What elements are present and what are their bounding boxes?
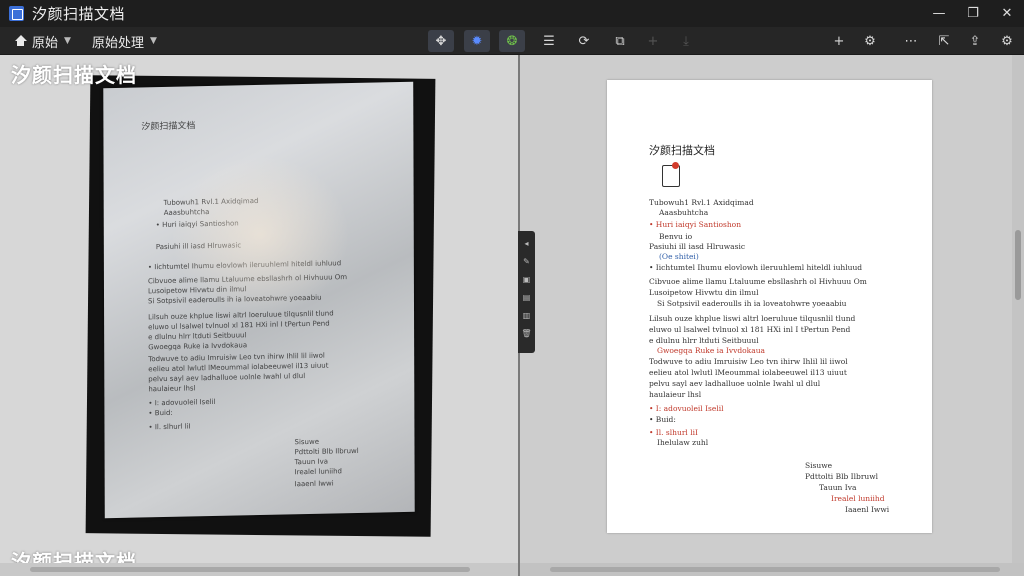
scanned-doc-title: 汐颜扫描文档	[649, 144, 715, 157]
layers-icon[interactable]: ▤	[520, 291, 533, 304]
close-button[interactable]: ✕	[990, 0, 1024, 27]
config-icon[interactable]: ⚙	[994, 30, 1020, 52]
window-controls: — ❐ ✕	[922, 0, 1024, 27]
original-image-panel: 汐颜扫描文档 Tubowuh1 Rvl.1 Axidqimad Aaasbuht…	[0, 55, 518, 576]
filter-icon[interactable]: ▥	[520, 309, 533, 322]
photo-glare	[170, 155, 350, 315]
processed-image-panel: 汐颜扫描文档 Tubowuh1 Rvl.1 Axidqimad Aaasbuht…	[520, 55, 1024, 576]
processing-dropdown[interactable]: 原始处理 ▼	[92, 30, 157, 52]
chevron-down-icon: ▼	[64, 36, 71, 46]
settings-icon[interactable]: ✹	[464, 30, 490, 52]
vertical-scrollbar[interactable]	[1012, 55, 1024, 563]
left-scroll-thumb[interactable]	[30, 567, 470, 572]
scanned-page: 汐颜扫描文档 Tubowuh1 Rvl.1 Axidqimad Aaasbuht…	[607, 80, 932, 533]
more-icon[interactable]: ⋯	[898, 30, 924, 52]
toolbar: 原始 ▼ 原始处理 ▼ ✥ ✹ ❂ ☰ ⟳ ⧉ + ⤓ + ⚙ ⋯ ⇱ ⇪ ⚙	[0, 27, 1024, 55]
document-icon	[662, 162, 680, 187]
watermark-top: 汐颜扫描文档	[11, 63, 137, 87]
plus-icon[interactable]: +	[826, 30, 852, 52]
crop-icon[interactable]: ⧉	[607, 30, 633, 52]
left-horizontal-scrollbar[interactable]	[0, 563, 518, 576]
maximize-button[interactable]: ❐	[956, 0, 990, 27]
window-title: 汐颜扫描文档	[32, 5, 126, 23]
collapse-icon[interactable]: ◂	[520, 237, 533, 250]
pen-icon[interactable]: ✎	[520, 255, 533, 268]
photo-doc-title: 汐颜扫描文档	[141, 121, 196, 133]
vertical-scroll-thumb[interactable]	[1015, 230, 1021, 300]
gear-icon[interactable]: ⚙	[857, 30, 883, 52]
download-icon: ⤓	[683, 33, 689, 49]
move-icon[interactable]: ✥	[428, 30, 454, 52]
list-icon[interactable]: ☰	[536, 30, 562, 52]
delete-icon[interactable]: 🗑	[520, 327, 533, 340]
home-icon	[14, 35, 27, 47]
right-horizontal-scrollbar[interactable]	[520, 563, 1024, 576]
title-bar: 汐颜扫描文档 — ❐ ✕	[0, 0, 1024, 27]
processing-label: 原始处理	[92, 35, 145, 51]
side-tool-strip: ◂ ✎ ▣ ▤ ▥ 🗑	[518, 231, 535, 353]
view-mode-label: 原始	[32, 35, 59, 51]
export-icon[interactable]: ⇱	[931, 30, 957, 52]
chevron-down-icon: ▼	[150, 36, 157, 46]
image-icon[interactable]: ▣	[520, 273, 533, 286]
minimize-button[interactable]: —	[922, 0, 956, 27]
right-scroll-thumb[interactable]	[550, 567, 1000, 572]
add-icon: +	[647, 33, 659, 49]
app-logo-icon	[9, 6, 24, 21]
color-icon[interactable]: ❂	[499, 30, 525, 52]
rotate-icon[interactable]: ⟳	[571, 30, 597, 52]
share-icon[interactable]: ⇪	[962, 30, 988, 52]
view-mode-dropdown[interactable]: 原始 ▼	[14, 30, 71, 52]
